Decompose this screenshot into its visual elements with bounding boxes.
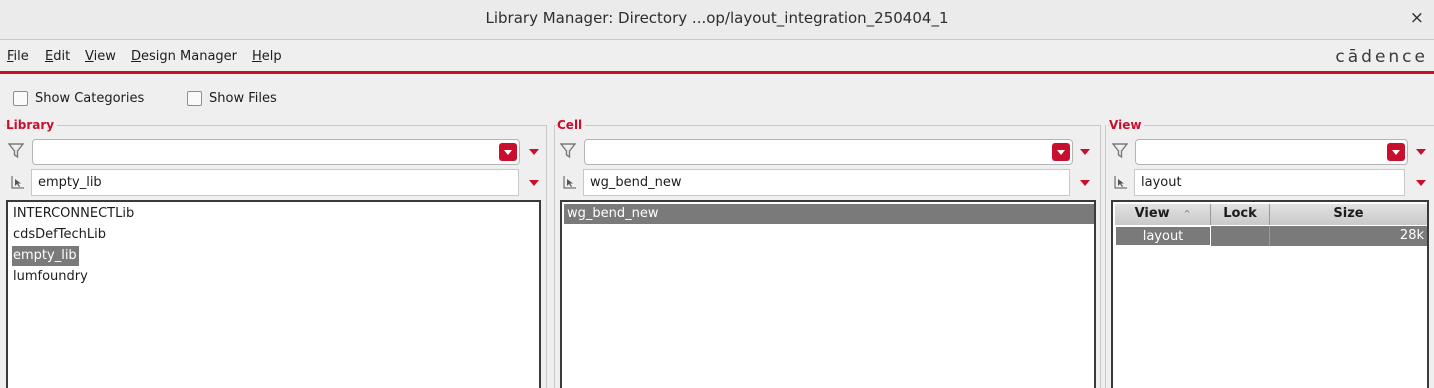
- library-list: INTERCONNECTLib cdsDefTechLib empty_lib …: [6, 200, 541, 388]
- list-item-selected[interactable]: wg_bend_new: [564, 204, 1094, 224]
- checkbox-box[interactable]: [13, 90, 28, 106]
- sort-ascending-icon: ^: [1183, 209, 1191, 218]
- library-group-border-right: [546, 125, 547, 388]
- column-header-size[interactable]: Size: [1270, 204, 1427, 225]
- show-categories-label: Show Categories: [35, 90, 145, 106]
- library-filter-funnel-icon: [8, 143, 24, 159]
- cell-filter-history-button[interactable]: [1052, 143, 1070, 161]
- view-cursor-select-icon: [1114, 176, 1127, 189]
- cell-panel-title: Cell: [557, 118, 586, 132]
- cell-filter-dropdown-icon[interactable]: [1080, 149, 1090, 155]
- column-header-lock[interactable]: Lock: [1211, 204, 1270, 225]
- menu-help[interactable]: Help: [252, 49, 282, 64]
- table-cell-size[interactable]: 28k: [1270, 226, 1427, 246]
- menu-view-label: iew: [93, 49, 116, 64]
- cell-selection-dropdown-icon[interactable]: [1080, 180, 1090, 186]
- view-selection-dropdown-icon[interactable]: [1416, 180, 1426, 186]
- view-filter-dropdown-icon[interactable]: [1416, 149, 1426, 155]
- library-selection-field[interactable]: empty_lib: [31, 169, 519, 196]
- library-filter-input[interactable]: [32, 139, 520, 165]
- menu-file[interactable]: File: [7, 49, 29, 64]
- menu-bar: File Edit View Design Manager Help cāden…: [0, 41, 1434, 71]
- close-icon[interactable]: ×: [1410, 8, 1424, 28]
- library-filter-history-button[interactable]: [499, 143, 517, 161]
- menu-view-mnemonic: V: [85, 49, 94, 64]
- list-item[interactable]: INTERCONNECTLib: [12, 204, 136, 224]
- cell-cursor-select-icon: [563, 176, 576, 189]
- menu-help-label: elp: [261, 49, 282, 64]
- menu-design-manager-mnemonic: D: [131, 49, 142, 64]
- table-cell-lock[interactable]: [1211, 226, 1270, 246]
- menu-design-manager-label: esign Manager: [141, 49, 238, 64]
- cell-group-border: [556, 125, 1101, 126]
- list-item[interactable]: lumfoundry: [12, 267, 90, 287]
- cell-group-border-right: [1100, 125, 1101, 388]
- cell-selection-field[interactable]: wg_bend_new: [583, 169, 1070, 196]
- view-filter-input[interactable]: [1135, 139, 1408, 165]
- cell-list: wg_bend_new: [560, 200, 1096, 388]
- window-titlebar: Library Manager: Directory ...op/layout_…: [0, 0, 1434, 40]
- library-cursor-select-icon: [11, 176, 24, 189]
- library-panel-title: Library: [6, 118, 58, 132]
- menu-edit-mnemonic: E: [45, 49, 54, 64]
- library-filter-dropdown-icon[interactable]: [529, 149, 539, 155]
- list-item-selected[interactable]: empty_lib: [12, 246, 79, 266]
- show-categories-checkbox[interactable]: Show Categories: [13, 90, 144, 106]
- brand-divider: [0, 71, 1434, 74]
- cell-group-border-left: [554, 125, 555, 388]
- menu-edit[interactable]: Edit: [45, 49, 70, 64]
- checkbox-box[interactable]: [187, 90, 202, 106]
- view-filter-history-button[interactable]: [1387, 143, 1405, 161]
- menu-edit-label: dit: [53, 49, 71, 64]
- cell-filter-input[interactable]: [584, 139, 1073, 165]
- view-selection-field[interactable]: layout: [1134, 169, 1405, 196]
- show-files-label: Show Files: [209, 90, 277, 106]
- menu-view[interactable]: View: [85, 49, 116, 64]
- view-filter-funnel-icon: [1112, 143, 1128, 159]
- menu-file-label: ile: [13, 49, 29, 64]
- list-item[interactable]: cdsDefTechLib: [12, 225, 108, 245]
- menu-design-manager[interactable]: Design Manager: [131, 49, 237, 64]
- cell-filter-funnel-icon: [560, 143, 576, 159]
- view-group-border: [1108, 125, 1434, 126]
- view-group-border-left: [1105, 125, 1106, 388]
- show-files-checkbox[interactable]: Show Files: [187, 90, 277, 106]
- window-title: Library Manager: Directory ...op/layout_…: [485, 9, 949, 27]
- view-panel-title: View: [1109, 118, 1145, 132]
- column-header-view-label: View: [1134, 206, 1170, 221]
- library-selection-dropdown-icon[interactable]: [529, 180, 539, 186]
- library-group-border: [4, 125, 547, 126]
- menu-help-mnemonic: H: [252, 49, 262, 64]
- column-header-view[interactable]: View ^: [1115, 204, 1211, 225]
- table-cell-view[interactable]: layout: [1115, 226, 1211, 246]
- view-table: View ^ Lock Size layout 28k: [1111, 200, 1429, 388]
- cadence-logo: cādence: [1335, 47, 1428, 67]
